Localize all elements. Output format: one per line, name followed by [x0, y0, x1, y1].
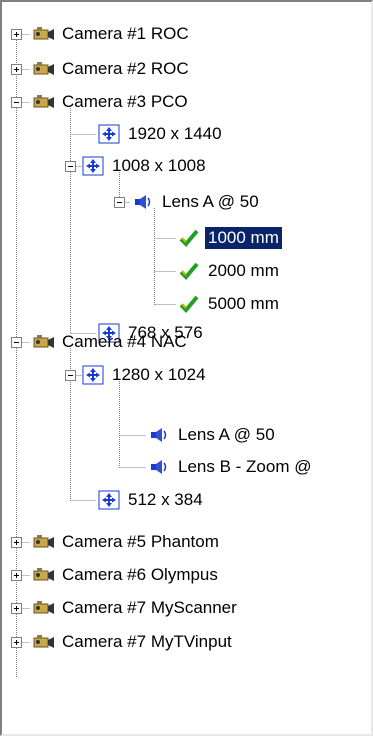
lens-label: Lens B - Zoom @: [178, 457, 312, 476]
checkmark-icon: [178, 261, 200, 281]
tree-node-camera[interactable]: Camera #4 NAC: [32, 328, 190, 356]
tree-node-lens[interactable]: Lens A @ 50: [148, 421, 278, 449]
resolution-label: 512 x 384: [128, 490, 203, 509]
camera-icon: [32, 332, 54, 352]
resolution-move-icon: [82, 365, 104, 385]
collapse-toggle-res-1280[interactable]: [65, 370, 76, 381]
expand-toggle-camera-6[interactable]: [11, 570, 22, 581]
tree-node-resolution[interactable]: 1280 x 1024: [82, 361, 209, 389]
tree-node-distance[interactable]: 2000 mm: [178, 257, 282, 285]
camera-icon: [32, 598, 54, 618]
camera-label: Camera #5 Phantom: [62, 532, 219, 551]
collapse-toggle-camera-4[interactable]: [11, 337, 22, 348]
camera-label: Camera #6 Olympus: [62, 565, 218, 584]
lens-speaker-icon: [132, 192, 154, 212]
lens-speaker-icon: [148, 457, 170, 477]
distance-label: 2000 mm: [208, 261, 279, 280]
resolution-move-icon: [98, 490, 120, 510]
camera-label: Camera #7 MyScanner: [62, 598, 237, 617]
tree-node-camera[interactable]: Camera #7 MyScanner: [32, 594, 240, 622]
lens-speaker-icon: [148, 425, 170, 445]
collapse-toggle-lens-a[interactable]: [114, 197, 125, 208]
resolution-label: 1920 x 1440: [128, 124, 222, 143]
lens-label: Lens A @ 50: [162, 192, 259, 211]
camera-icon: [32, 59, 54, 79]
expand-toggle-camera-7-scanner[interactable]: [11, 603, 22, 614]
camera-label: Camera #4 NAC: [62, 332, 187, 351]
expand-toggle-camera-5[interactable]: [11, 537, 22, 548]
camera-tree-view[interactable]: Camera #1 ROC Camera #2 ROC Camera #3 PC…: [0, 0, 373, 736]
collapse-toggle-res-1008[interactable]: [65, 161, 76, 172]
tree-node-distance[interactable]: 1000 mm: [178, 224, 283, 252]
tree-node-camera[interactable]: Camera #2 ROC: [32, 55, 192, 83]
camera-label: Camera #2 ROC: [62, 59, 189, 78]
tree-node-camera[interactable]: Camera #5 Phantom: [32, 528, 222, 556]
camera-icon: [32, 532, 54, 552]
checkmark-icon: [178, 228, 200, 248]
tree-node-resolution[interactable]: 1008 x 1008: [82, 152, 209, 180]
camera-icon: [32, 565, 54, 585]
camera-icon: [32, 92, 54, 112]
resolution-label: 1008 x 1008: [112, 156, 206, 175]
collapse-toggle-camera-3[interactable]: [11, 97, 22, 108]
camera-label: Camera #3 PCO: [62, 92, 188, 111]
tree-node-resolution[interactable]: 1920 x 1440: [98, 120, 225, 148]
camera-label: Camera #1 ROC: [62, 24, 189, 43]
tree-node-camera[interactable]: Camera #1 ROC: [32, 20, 192, 48]
expand-toggle-camera-2[interactable]: [11, 64, 22, 75]
camera-icon: [32, 24, 54, 44]
tree-node-camera[interactable]: Camera #7 MyTVinput: [32, 628, 235, 656]
resolution-move-icon: [98, 124, 120, 144]
tree-node-distance[interactable]: 5000 mm: [178, 290, 282, 318]
lens-label: Lens A @ 50: [178, 425, 275, 444]
distance-label: 5000 mm: [208, 294, 279, 313]
expand-toggle-camera-1[interactable]: [11, 29, 22, 40]
expand-toggle-camera-7-tvinput[interactable]: [11, 637, 22, 648]
distance-label-selected: 1000 mm: [204, 226, 283, 250]
resolution-move-icon: [82, 156, 104, 176]
resolution-label: 1280 x 1024: [112, 365, 206, 384]
camera-label: Camera #7 MyTVinput: [62, 632, 232, 651]
tree-node-lens[interactable]: Lens A @ 50: [132, 188, 262, 216]
camera-icon: [32, 632, 54, 652]
tree-node-resolution[interactable]: 512 x 384: [98, 486, 206, 514]
checkmark-icon: [178, 294, 200, 314]
tree-node-lens[interactable]: Lens B - Zoom @: [148, 453, 314, 481]
tree-node-camera[interactable]: Camera #3 PCO: [32, 88, 191, 116]
tree-node-camera[interactable]: Camera #6 Olympus: [32, 561, 221, 589]
